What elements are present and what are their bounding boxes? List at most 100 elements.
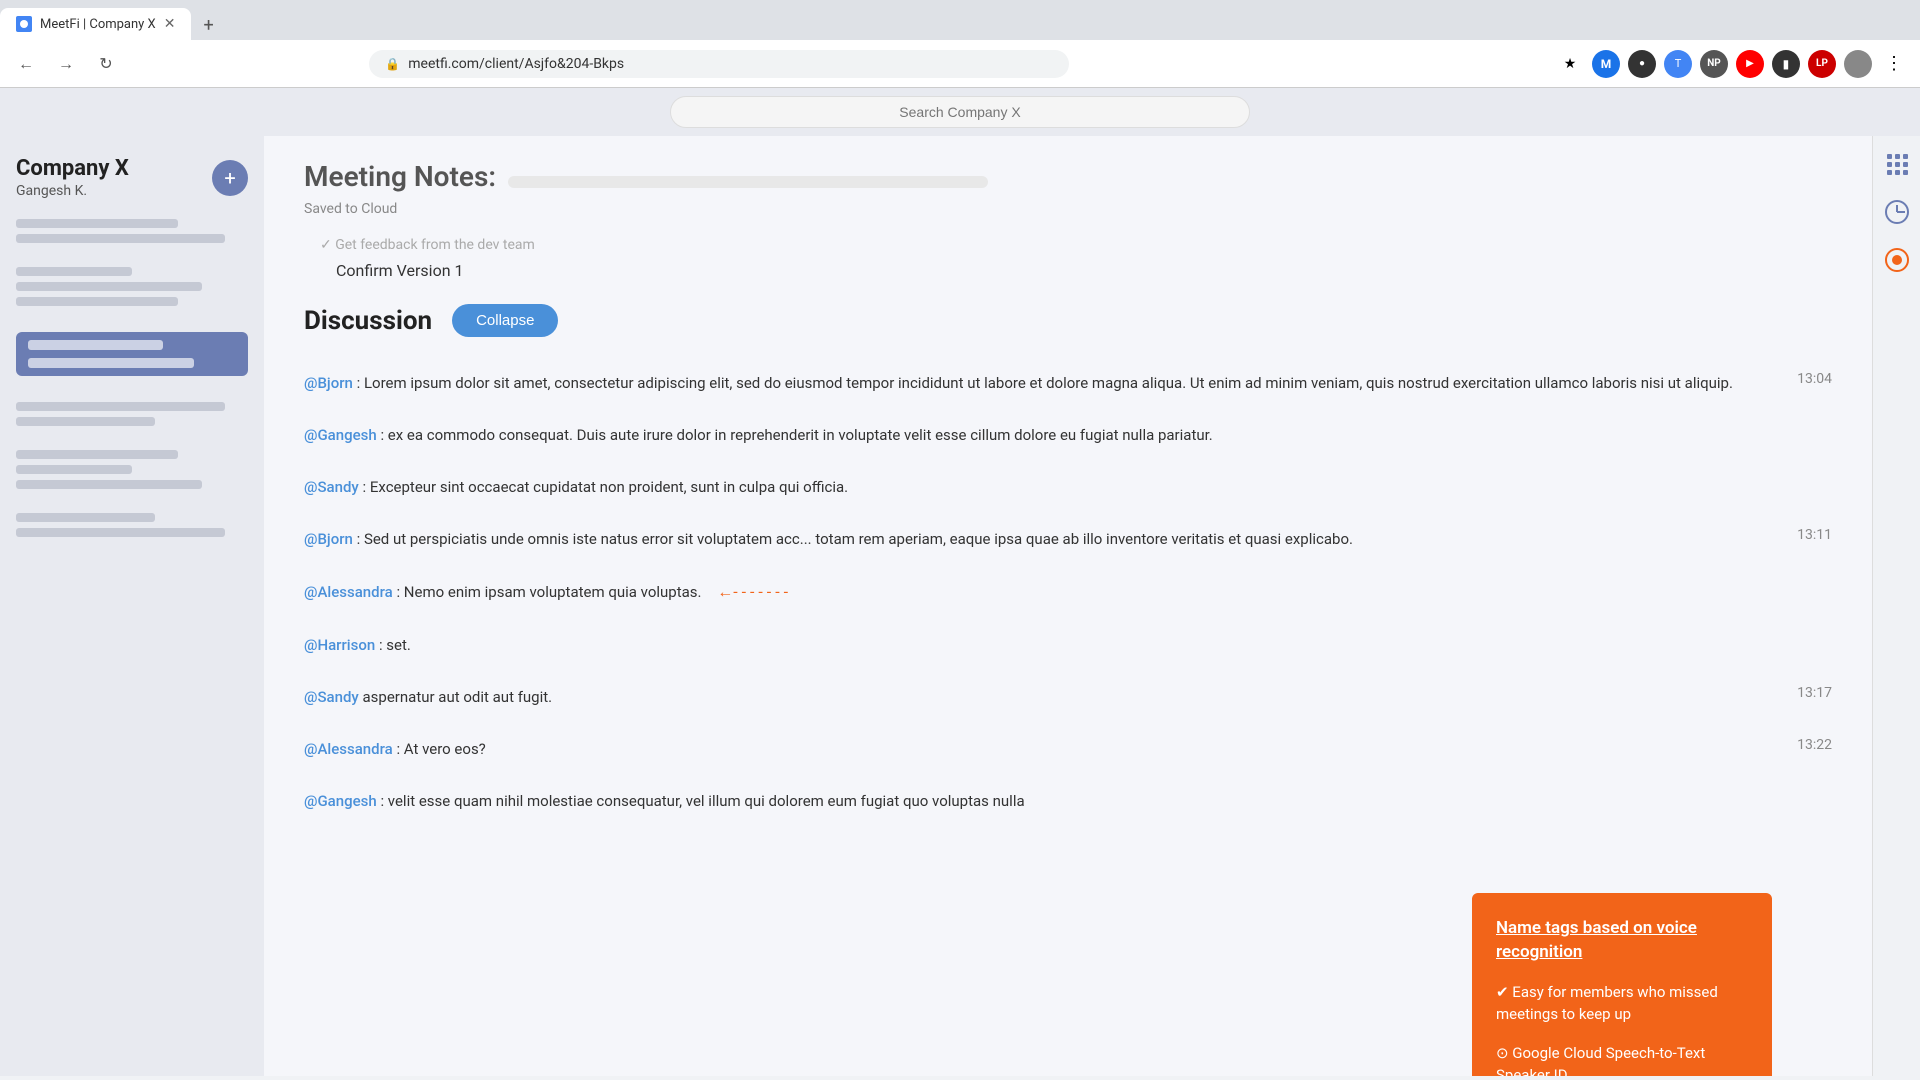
grid-dot-9 [1903,170,1908,175]
entry-body-5: : set. [379,636,411,654]
np-icon[interactable]: NP [1700,50,1728,78]
grid-dot-7 [1887,170,1892,175]
feedback-item: ✓ Get feedback from the dev team [304,237,1832,253]
clock-hand-minute [1897,211,1905,213]
circle-icon[interactable]: ● [1628,50,1656,78]
entry-body-4: : Nemo enim ipsam voluptatem quia volupt… [396,583,701,601]
lastpass-icon[interactable]: LP [1808,50,1836,78]
bookmark-icon[interactable]: ★ [1556,50,1584,78]
entry-3: @Bjorn : Sed ut perspiciatis unde omnis … [304,513,1832,565]
grid-icon-inner [1887,154,1907,174]
entry-body-2: : Excepteur sint occaecat cupidatat non … [363,478,849,496]
sidebar-active-item[interactable] [16,332,248,376]
forward-button[interactable]: → [52,50,80,78]
browser-toolbar-right: ★ M ● T NP ▶ ▮ LP ⋮ [1556,50,1908,78]
sidebar-header: Company X Gangesh K. + [16,156,248,199]
entry-time-7: 13:22 [1782,737,1832,753]
sidebar-skeleton-5 [16,297,178,306]
entry-time-3: 13:11 [1782,527,1832,543]
entry-text-3: @Bjorn : Sed ut perspiciatis unde omnis … [304,527,1762,551]
grid-view-icon[interactable] [1881,148,1913,180]
sidebar-skeleton-9 [16,465,132,474]
tab-favicon [16,16,32,32]
new-tab-button[interactable]: + [195,11,221,40]
url-bar[interactable]: 🔒 meetfi.com/client/Asjfo&204-Bkps [369,50,1069,78]
collapse-button[interactable]: Collapse [452,304,558,337]
entry-time-6: 13:17 [1782,685,1832,701]
sidebar: Company X Gangesh K. + [0,136,264,1076]
mention-8: @Gangesh [304,792,377,810]
mention-3: @Bjorn [304,530,353,548]
feedback-check: ✓ [320,237,335,253]
back-button[interactable]: ← [12,50,40,78]
sidebar-skeleton-3 [16,267,132,276]
user-avatar[interactable] [1844,50,1872,78]
url-text: meetfi.com/client/Asjfo&204-Bkps [408,56,624,72]
saved-status: Saved to Cloud [304,201,1832,217]
discussion-title: Discussion [304,306,432,336]
content-area: Meeting Notes: Saved to Cloud ✓ Get feed… [264,136,1872,1076]
sidebar-active-line-2 [28,358,194,368]
sidebar-skeleton-11 [16,513,155,522]
entry-text-5: @Harrison : set. [304,633,1762,657]
entry-7: @Alessandra : At vero eos? 13:22 [304,723,1832,775]
translate-icon[interactable]: T [1664,50,1692,78]
tab-title: MeetFi | Company X [40,17,156,32]
active-tab[interactable]: MeetFi | Company X ✕ [0,8,191,40]
entry-body-3: : Sed ut perspiciatis unde omnis iste na… [357,530,812,548]
lock-icon: 🔒 [385,57,400,71]
sidebar-skeleton-8 [16,450,178,459]
popup-item-2: ⊙ Google Cloud Speech-to-Text Speaker ID [1496,1042,1748,1076]
mention-6: @Sandy [304,688,359,706]
entry-text-4: @Alessandra : Nemo enim ipsam voluptatem… [304,579,1762,605]
entry-2: @Sandy : Excepteur sint occaecat cupidat… [304,461,1832,513]
sidebar-skeleton-2 [16,234,225,243]
entry-0: @Bjorn : Lorem ipsum dolor sit amet, con… [304,357,1832,409]
page-title: Meeting Notes: [304,160,496,193]
entry-text-8: @Gangesh : velit esse quam nihil molesti… [304,789,1762,813]
clock-icon[interactable] [1881,196,1913,228]
add-button[interactable]: + [212,160,248,196]
tab-bar: MeetFi | Company X ✕ + [0,0,1920,40]
sidebar-active-line-1 [28,340,163,350]
entry-text-1: @Gangesh : ex ea commodo consequat. Duis… [304,423,1762,447]
mention-1: @Gangesh [304,426,377,444]
search-bar-container [0,88,1920,136]
entry-1: @Gangesh : ex ea commodo consequat. Duis… [304,409,1832,461]
menu-icon[interactable]: ⋮ [1880,50,1908,78]
grid-dot-3 [1903,154,1908,159]
search-input[interactable] [670,96,1250,128]
mention-0: @Bjorn [304,374,353,392]
refresh-button[interactable]: ↻ [92,50,120,78]
youtube-icon[interactable]: ▶ [1736,50,1764,78]
entry-body-8: : velit esse quam nihil molestiae conseq… [380,792,1024,810]
entry-6: @Sandy aspernatur aut odit aut fugit. 13… [304,671,1832,723]
mention-7: @Alessandra [304,740,393,758]
screencast-icon[interactable]: ▮ [1772,50,1800,78]
sidebar-skeleton-7 [16,417,155,426]
entry-5: @Harrison : set. [304,619,1832,671]
entry-body-1: : ex ea commodo consequat. Duis aute iru… [380,426,1212,444]
main-layout: Company X Gangesh K. + Me [0,136,1920,1076]
sidebar-skeleton-12 [16,528,225,537]
entry-8: @Gangesh : velit esse quam nihil molesti… [304,775,1832,827]
entry-body-0: : Lorem ipsum dolor sit amet, consectetu… [357,374,1733,392]
entry-body-7: : At vero eos? [396,740,485,758]
discussion-header: Discussion Collapse [304,304,1832,337]
entry-body-6: aspernatur aut odit aut fugit. [363,688,553,706]
record-icon[interactable] [1881,244,1913,276]
tab-close-button[interactable]: ✕ [164,16,176,32]
grid-dot-1 [1887,154,1892,159]
entry-text-7: @Alessandra : At vero eos? [304,737,1762,761]
sidebar-skeleton-10 [16,480,202,489]
record-icon-ring [1885,248,1909,272]
extensions-icon[interactable]: M [1592,50,1620,78]
popup-item-1: ✔ Easy for members who missed meetings t… [1496,981,1748,1026]
entry-text-6: @Sandy aspernatur aut odit aut fugit. [304,685,1762,709]
grid-dot-2 [1895,154,1900,159]
mention-2: @Sandy [304,478,359,496]
sidebar-skeleton-6 [16,402,225,411]
browser-chrome: MeetFi | Company X ✕ + ← → ↻ 🔒 meetfi.co… [0,0,1920,88]
entry-4: @Alessandra : Nemo enim ipsam voluptatem… [304,565,1832,619]
grid-dot-6 [1903,162,1908,167]
